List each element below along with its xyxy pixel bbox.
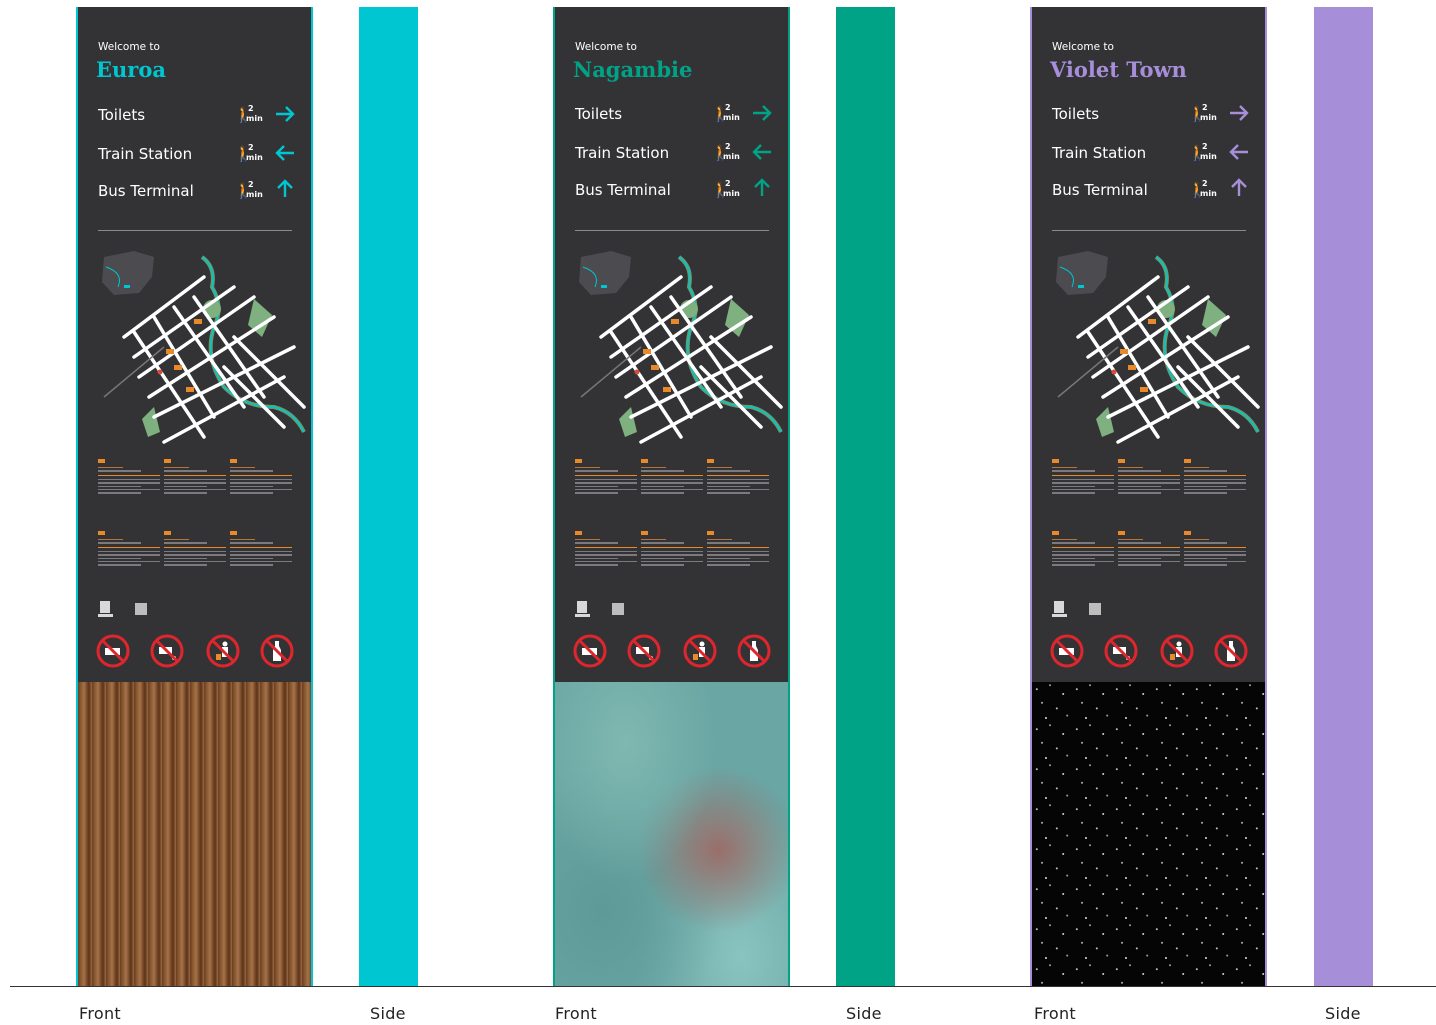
- sign-front-nagambie: Welcome to Nagambie Toilets 🚶 2 min Train …: [553, 7, 790, 987]
- walk-time: 🚶 2 min: [1188, 142, 1217, 162]
- destination-train-station: Train Station: [575, 144, 670, 162]
- info-block: [164, 459, 226, 496]
- info-block: [707, 531, 769, 568]
- side-label: Side: [370, 1004, 406, 1023]
- walk-time: 🚶 2 min: [1188, 103, 1217, 123]
- info-block: [707, 459, 769, 496]
- info-block: [1184, 531, 1246, 568]
- no-dog-fouling-icon: [627, 634, 661, 668]
- town-name: Nagambie: [573, 57, 693, 82]
- divider: [575, 230, 769, 231]
- walk-time: 🚶 2 min: [234, 143, 263, 163]
- info-block: [575, 531, 637, 568]
- info-block: [1052, 531, 1114, 568]
- info-block: [575, 459, 637, 496]
- destination-toilets: Toilets: [575, 105, 623, 123]
- side-label: Side: [1325, 1004, 1361, 1023]
- left-arrow-icon: [1229, 144, 1248, 160]
- up-arrow-icon: [277, 179, 293, 197]
- welcome-text: Welcome to: [98, 41, 160, 53]
- left-arrow-icon: [275, 145, 294, 161]
- front-label: Front: [555, 1004, 597, 1023]
- sign-panel: Welcome to Violet Town Toilets 🚶 2 min Tra…: [1030, 7, 1267, 682]
- walk-time: 🚶 2 min: [234, 104, 263, 124]
- info-block: [164, 531, 226, 568]
- council-logo-icon: [1052, 601, 1067, 617]
- walk-time: 🚶 2 min: [711, 103, 740, 123]
- ground-line: [10, 986, 1436, 987]
- walk-time: 🚶 2 min: [1188, 179, 1217, 199]
- no-dog-fouling-icon: [150, 634, 184, 668]
- sign-front-violet-town: Welcome to Violet Town Toilets 🚶 2 min Tra…: [1030, 7, 1267, 987]
- sign-side-violet-town: [1314, 7, 1373, 986]
- right-arrow-icon: [1230, 105, 1249, 121]
- right-arrow-icon: [753, 105, 772, 121]
- right-arrow-icon: [276, 106, 295, 122]
- black-granite-base: [1030, 682, 1267, 987]
- no-dog-fouling-icon: [1104, 634, 1138, 668]
- town-name: Euroa: [96, 57, 166, 82]
- no-littering-icon: [206, 634, 240, 668]
- destination-toilets: Toilets: [98, 106, 146, 124]
- info-block: [1118, 531, 1180, 568]
- front-label: Front: [79, 1004, 121, 1023]
- no-alcohol-icon: [260, 634, 294, 668]
- front-label: Front: [1034, 1004, 1076, 1023]
- up-arrow-icon: [754, 178, 770, 196]
- destination-bus-terminal: Bus Terminal: [98, 182, 194, 200]
- info-block: [641, 459, 703, 496]
- town-map: [579, 251, 783, 444]
- sign-front-euroa: Welcome to Euroa Toilets 🚶 2 min Train Sta…: [76, 7, 313, 987]
- destination-bus-terminal: Bus Terminal: [1052, 181, 1148, 199]
- destination-toilets: Toilets: [1052, 105, 1100, 123]
- no-dogs-icon: [1050, 634, 1084, 668]
- info-block: [230, 531, 292, 568]
- destination-train-station: Train Station: [1052, 144, 1147, 162]
- sign-side-euroa: [359, 7, 418, 986]
- qr-code-icon: [612, 603, 624, 615]
- timber-base: [76, 682, 313, 987]
- info-block: [230, 459, 292, 496]
- destination-train-station: Train Station: [98, 145, 193, 163]
- welcome-text: Welcome to: [1052, 41, 1114, 53]
- council-logo-icon: [98, 601, 113, 617]
- walk-time: 🚶 2 min: [711, 142, 740, 162]
- patina-stone-base: [553, 682, 790, 987]
- no-dogs-icon: [573, 634, 607, 668]
- sign-panel: Welcome to Euroa Toilets 🚶 2 min Train Sta…: [76, 7, 313, 682]
- info-block: [98, 459, 160, 496]
- town-map: [1056, 251, 1260, 444]
- no-alcohol-icon: [1214, 634, 1248, 668]
- walk-time: 🚶 2 min: [711, 179, 740, 199]
- divider: [98, 230, 292, 231]
- council-logo-icon: [575, 601, 590, 617]
- info-block: [98, 531, 160, 568]
- walk-time: 🚶 2 min: [234, 180, 263, 200]
- no-dogs-icon: [96, 634, 130, 668]
- info-block: [1184, 459, 1246, 496]
- info-block: [641, 531, 703, 568]
- info-block: [1118, 459, 1180, 496]
- qr-code-icon: [1089, 603, 1101, 615]
- up-arrow-icon: [1231, 178, 1247, 196]
- left-arrow-icon: [752, 144, 771, 160]
- destination-bus-terminal: Bus Terminal: [575, 181, 671, 199]
- sign-panel: Welcome to Nagambie Toilets 🚶 2 min Train …: [553, 7, 790, 682]
- divider: [1052, 230, 1246, 231]
- qr-code-icon: [135, 603, 147, 615]
- side-label: Side: [846, 1004, 882, 1023]
- sign-side-nagambie: [836, 7, 895, 986]
- no-alcohol-icon: [737, 634, 771, 668]
- town-name: Violet Town: [1050, 57, 1187, 82]
- info-block: [1052, 459, 1114, 496]
- no-littering-icon: [683, 634, 717, 668]
- town-map: [102, 251, 306, 444]
- welcome-text: Welcome to: [575, 41, 637, 53]
- no-littering-icon: [1160, 634, 1194, 668]
